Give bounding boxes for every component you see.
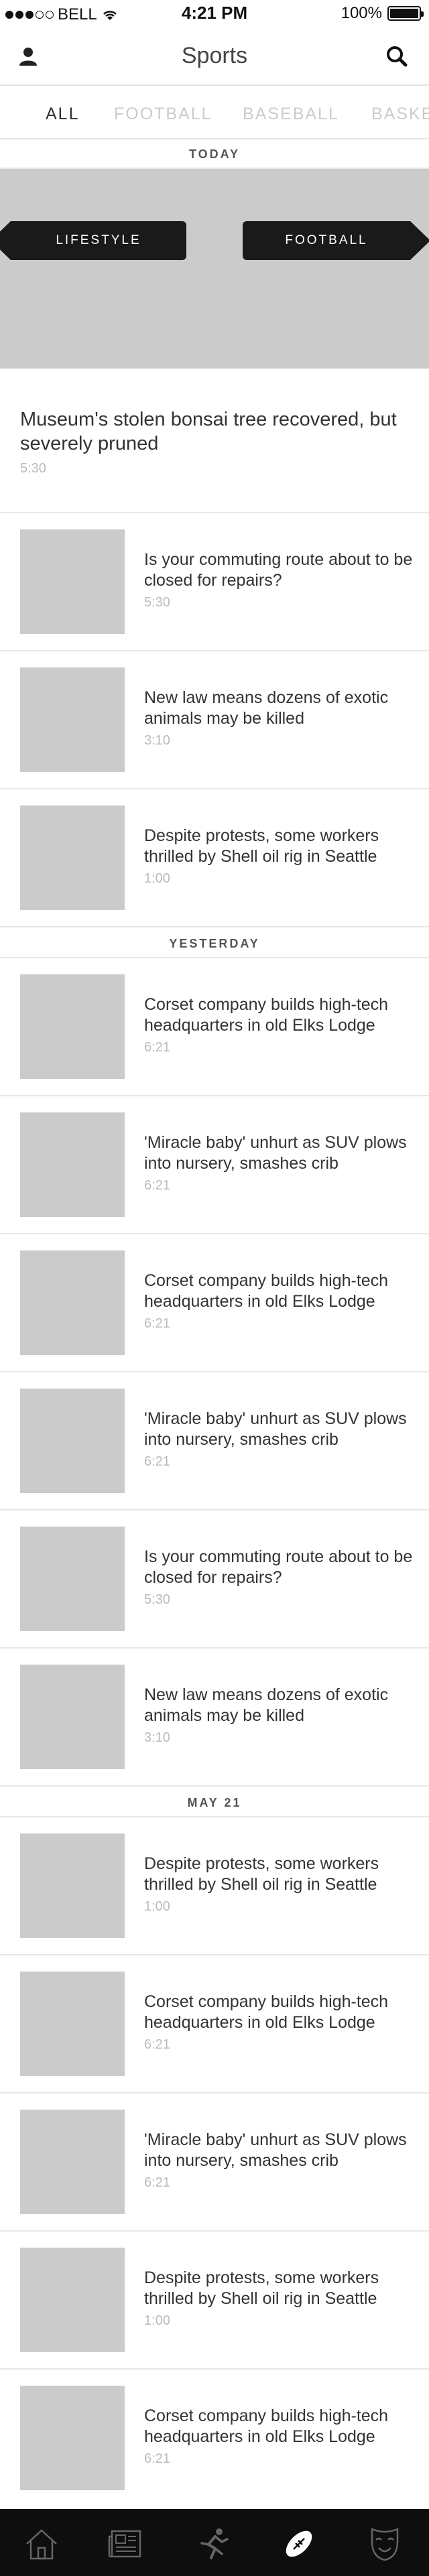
story-thumbnail	[20, 1250, 125, 1355]
story-time: 3:10	[144, 1730, 170, 1745]
story-title: 'Miracle baby' unhurt as SUV plows into …	[144, 1133, 407, 1173]
story-item[interactable]: Is your commuting route about to be clos…	[0, 1510, 429, 1649]
story-time: 6:21	[144, 2451, 170, 2466]
story-title: Despite protests, some workers thrilled …	[144, 1854, 379, 1894]
tab-sports[interactable]	[279, 2524, 319, 2564]
story-thumbnail	[20, 1527, 125, 1631]
story-time: 6:21	[144, 1178, 170, 1193]
story-time: 1:00	[144, 2313, 170, 2328]
story-time: 5:30	[144, 1592, 170, 1607]
story-title: 'Miracle baby' unhurt as SUV plows into …	[144, 2130, 407, 2170]
story-item[interactable]: Despite protests, some workers thrilled …	[0, 2232, 429, 2370]
feature-story[interactable]: Museum's stolen bonsai tree recovered, b…	[0, 369, 429, 513]
hero-banner[interactable]: LIFESTYLE FOOTBALL	[0, 169, 429, 369]
story-title: Is your commuting route about to be clos…	[144, 550, 413, 590]
tab-news[interactable]	[105, 2524, 145, 2564]
story-time: 6:21	[144, 2037, 170, 2052]
home-icon	[26, 2529, 57, 2560]
story-item[interactable]: Is your commuting route about to be clos…	[0, 513, 429, 651]
story-thumbnail	[20, 1112, 125, 1217]
story-title: Despite protests, some workers thrilled …	[144, 2268, 379, 2308]
story-item[interactable]: New law means dozens of exotic animals m…	[0, 1649, 429, 1787]
tab-basketball[interactable]: BASKE	[371, 105, 429, 124]
tab-entertainment[interactable]	[365, 2524, 405, 2564]
tab-baseball[interactable]: BASEBALL	[243, 105, 339, 124]
story-time: 6:21	[144, 1454, 170, 1469]
story-title: Corset company builds high-tech headquar…	[144, 995, 389, 1035]
story-thumbnail	[20, 1665, 125, 1769]
story-title: New law means dozens of exotic animals m…	[144, 1685, 389, 1725]
story-thumbnail	[20, 806, 125, 910]
story-thumbnail	[20, 2248, 125, 2352]
story-item[interactable]: 'Miracle baby' unhurt as SUV plows into …	[0, 1372, 429, 1510]
navbar: Sports	[0, 27, 429, 86]
story-item[interactable]: Corset company builds high-tech headquar…	[0, 1955, 429, 2094]
newspaper-icon	[108, 2530, 141, 2558]
battery-icon	[387, 6, 424, 21]
story-title: Is your commuting route about to be clos…	[144, 1547, 413, 1587]
story-time: 6:21	[144, 1040, 170, 1055]
story-thumbnail	[20, 1389, 125, 1493]
story-time: 6:21	[144, 1316, 170, 1331]
story-item[interactable]: 'Miracle baby' unhurt as SUV plows into …	[0, 1096, 429, 1234]
section-header-may-21: MAY 21	[0, 1788, 429, 1817]
story-title: Corset company builds high-tech headquar…	[144, 2406, 389, 2446]
section-header-yesterday: YESTERDAY	[0, 929, 429, 958]
feature-title: Museum's stolen bonsai tree recovered, b…	[20, 409, 397, 454]
story-title: New law means dozens of exotic animals m…	[144, 688, 389, 728]
story-title: 'Miracle baby' unhurt as SUV plows into …	[144, 1409, 407, 1449]
story-item[interactable]: Corset company builds high-tech headquar…	[0, 2370, 429, 2508]
feature-time: 5:30	[20, 461, 46, 476]
story-time: 1:00	[144, 1899, 170, 1914]
story-time: 3:10	[144, 733, 170, 748]
story-item[interactable]: Corset company builds high-tech headquar…	[0, 958, 429, 1096]
tab-home[interactable]	[21, 2524, 62, 2564]
story-time: 5:30	[144, 595, 170, 610]
story-title: Despite protests, some workers thrilled …	[144, 826, 379, 866]
hero-tag-lifestyle[interactable]: LIFESTYLE	[0, 221, 186, 260]
tab-all[interactable]: ALL	[46, 105, 79, 124]
tab-fitness[interactable]	[193, 2524, 233, 2564]
status-right: 100%	[341, 4, 424, 23]
story-item[interactable]: New law means dozens of exotic animals m…	[0, 651, 429, 789]
story-title: Corset company builds high-tech headquar…	[144, 1271, 389, 1311]
story-item[interactable]: Despite protests, some workers thrilled …	[0, 789, 429, 927]
story-item[interactable]: Corset company builds high-tech headquar…	[0, 1234, 429, 1372]
story-item[interactable]: Despite protests, some workers thrilled …	[0, 1817, 429, 1955]
hero-tag-football[interactable]: FOOTBALL	[243, 221, 429, 260]
search-button[interactable]	[382, 42, 412, 71]
story-thumbnail	[20, 667, 125, 772]
status-bar: BELL 4:21 PM 100%	[0, 0, 429, 27]
bottom-tab-bar	[0, 2509, 429, 2576]
tab-football[interactable]: FOOTBALL	[114, 105, 212, 124]
story-thumbnail	[20, 1972, 125, 2076]
story-thumbnail	[20, 529, 125, 634]
story-item[interactable]: 'Miracle baby' unhurt as SUV plows into …	[0, 2094, 429, 2232]
page-title: Sports	[181, 43, 248, 68]
battery-percent: 100%	[341, 4, 382, 22]
story-time: 6:21	[144, 2175, 170, 2190]
story-title: Corset company builds high-tech headquar…	[144, 1992, 389, 2032]
theater-masks-icon	[371, 2528, 399, 2561]
story-thumbnail	[20, 974, 125, 1079]
runner-icon	[200, 2528, 229, 2559]
category-tabs: ALL FOOTBALL BASEBALL BASKE	[0, 86, 429, 139]
section-header-today: TODAY	[0, 139, 429, 169]
story-thumbnail	[20, 2386, 125, 2490]
story-thumbnail	[20, 2110, 125, 2214]
story-time: 1:00	[144, 871, 170, 886]
football-icon	[286, 2530, 312, 2557]
story-thumbnail	[20, 1833, 125, 1938]
search-icon	[387, 46, 408, 67]
